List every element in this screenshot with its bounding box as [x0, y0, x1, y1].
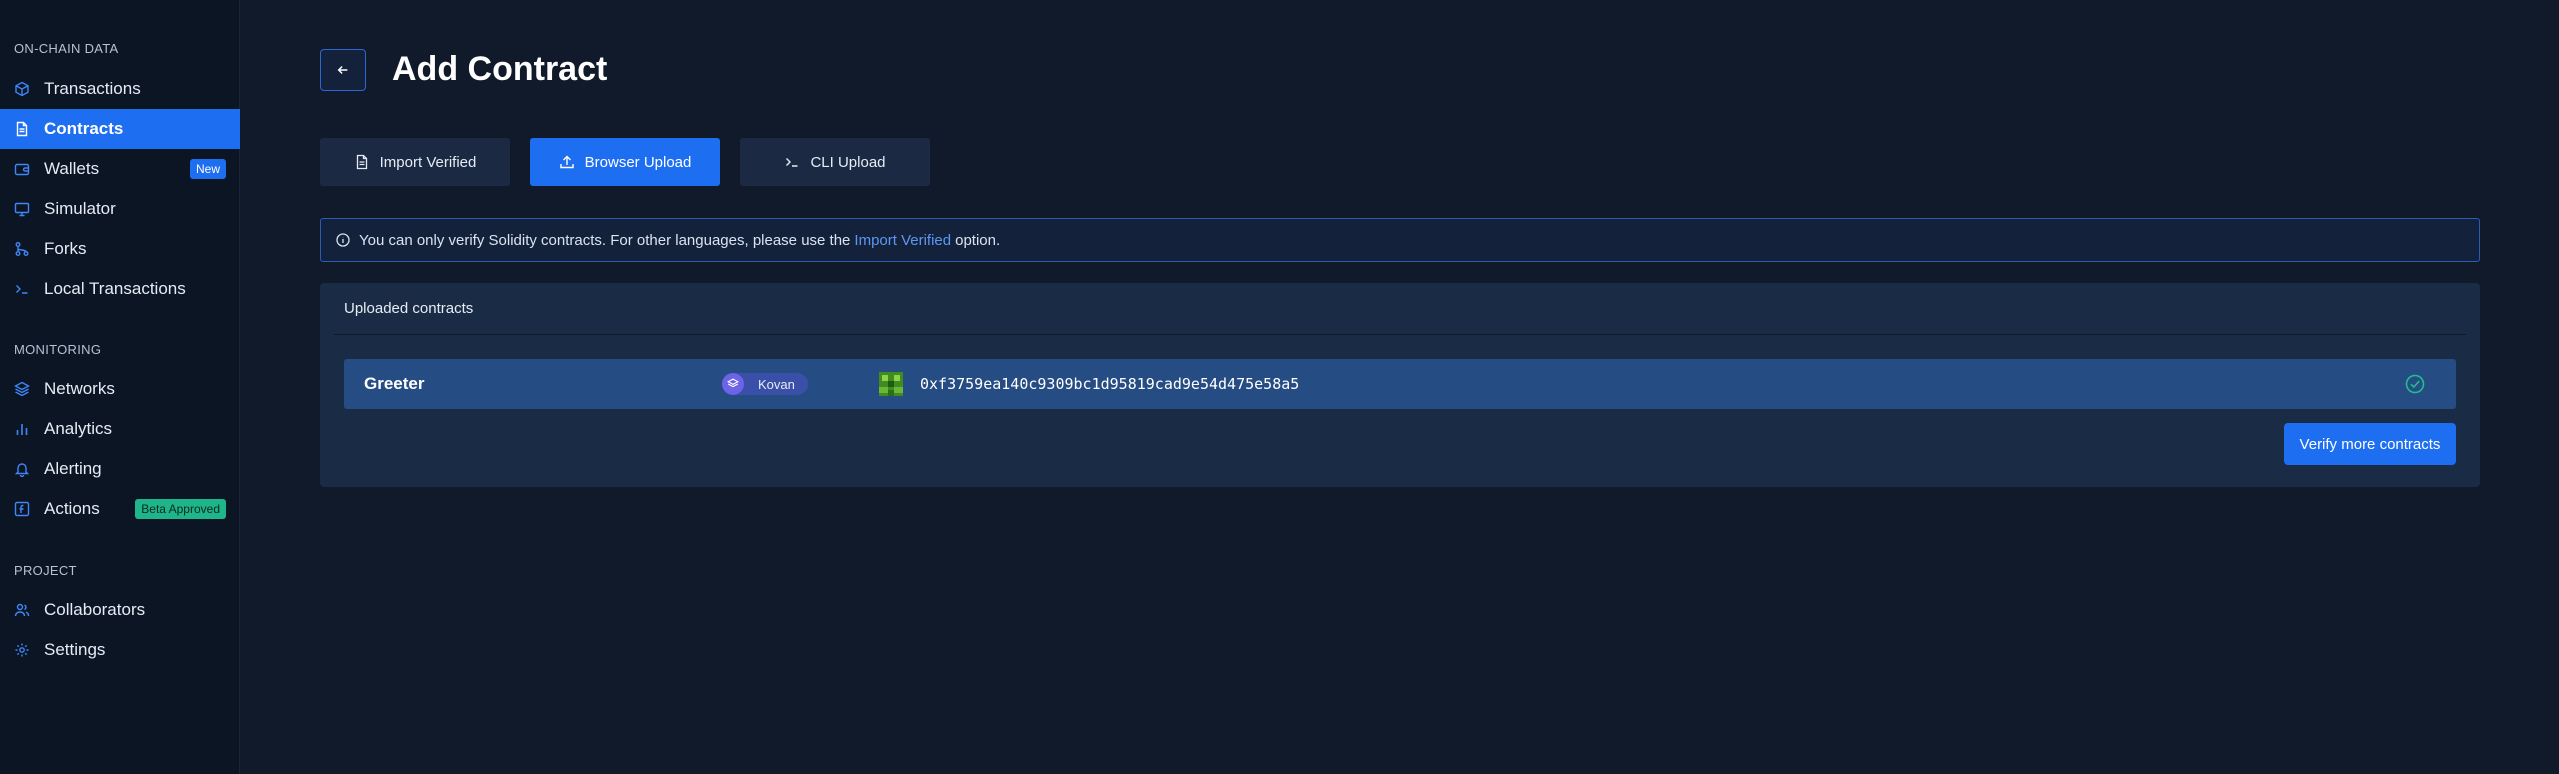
import-verified-link[interactable]: Import Verified: [854, 232, 951, 249]
cube-icon: [14, 81, 30, 97]
info-icon: [336, 233, 350, 247]
sidebar-item-forks[interactable]: Forks: [0, 229, 240, 269]
sidebar-item-label: Simulator: [44, 199, 116, 218]
fork-icon: [14, 241, 30, 257]
tab-label: Browser Upload: [584, 153, 692, 171]
beta-approved-badge: Beta Approved: [135, 499, 226, 519]
sidebar-item-actions[interactable]: Actions Beta Approved: [0, 489, 240, 529]
monitor-icon: [14, 201, 30, 217]
info-banner: You can only verify Solidity contracts. …: [320, 218, 2480, 262]
terminal-icon: [14, 281, 30, 297]
sidebar-item-label: Forks: [44, 239, 87, 258]
sidebar-item-alerting[interactable]: Alerting: [0, 449, 240, 489]
wallet-icon: [14, 161, 30, 177]
tab-import-verified[interactable]: Import Verified: [320, 138, 510, 186]
network-badge: Kovan: [722, 373, 808, 395]
page-title: Add Contract: [392, 50, 608, 88]
sidebar-item-label: Contracts: [44, 119, 124, 138]
section-title-on-chain-data: ON-CHAIN DATA: [14, 41, 119, 56]
sidebar-item-label: Collaborators: [44, 600, 146, 619]
tab-label: CLI Upload: [810, 153, 886, 171]
contract-address: 0xf3759ea140c9309bc1d95819cad9e54d475e58…: [920, 375, 1300, 393]
uploaded-contracts-panel: Uploaded contracts Greeter Kovan 0xf3759…: [320, 283, 2480, 487]
sidebar-item-label: Settings: [44, 640, 106, 659]
sidebar-item-label: Wallets: [44, 159, 100, 178]
sidebar-item-simulator[interactable]: Simulator: [0, 189, 240, 229]
sidebar-item-label: Actions: [44, 499, 100, 518]
section-title-project: PROJECT: [14, 563, 77, 578]
function-icon: [14, 501, 30, 517]
sidebar-item-wallets[interactable]: Wallets New: [0, 149, 240, 189]
sidebar-item-label: Local Transactions: [44, 279, 186, 298]
arrow-left-icon: [337, 66, 348, 74]
check-circle-icon: [2405, 374, 2425, 394]
sidebar-item-label: Networks: [44, 379, 115, 398]
tab-label: Import Verified: [379, 153, 477, 171]
tab-browser-upload[interactable]: Browser Upload: [530, 138, 720, 186]
document-icon: [356, 154, 367, 170]
layers-icon: [14, 381, 30, 397]
section-title-monitoring: MONITORING: [14, 342, 102, 357]
sidebar-item-analytics[interactable]: Analytics: [0, 409, 240, 449]
sidebar-item-local-transactions[interactable]: Local Transactions: [0, 269, 240, 309]
network-label: Kovan: [758, 376, 795, 392]
gear-icon: [14, 642, 30, 658]
panel-title: Uploaded contracts: [344, 300, 474, 317]
sidebar-item-transactions[interactable]: Transactions: [0, 69, 240, 109]
info-text: You can only verify Solidity contracts. …: [359, 231, 851, 249]
sidebar-item-settings[interactable]: Settings: [0, 630, 240, 670]
bell-icon: [14, 461, 30, 477]
back-button[interactable]: [320, 49, 366, 91]
sidebar-item-collaborators[interactable]: Collaborators: [0, 590, 240, 630]
sidebar-item-label: Alerting: [44, 459, 102, 478]
verify-more-contracts-button[interactable]: Verify more contracts: [2284, 423, 2456, 465]
network-icon: [722, 373, 744, 395]
contract-row[interactable]: Greeter Kovan 0xf3759ea140c9309bc1d95819…: [344, 359, 2456, 409]
sidebar-item-contracts[interactable]: Contracts: [0, 109, 240, 149]
bar-chart-icon: [14, 421, 30, 437]
users-icon: [14, 602, 30, 618]
divider: [334, 334, 2466, 335]
sidebar-item-label: Transactions: [44, 79, 141, 98]
tab-cli-upload[interactable]: CLI Upload: [740, 138, 930, 186]
upload-icon: [559, 155, 574, 169]
terminal-icon: [786, 158, 798, 167]
contract-name: Greeter: [364, 374, 425, 393]
sidebar-item-label: Analytics: [44, 419, 113, 438]
info-text-after: option.: [955, 231, 1001, 249]
document-icon: [14, 121, 30, 137]
sidebar: ON-CHAIN DATA Transactions Contracts Wal…: [0, 0, 240, 774]
new-badge: New: [189, 159, 226, 179]
address-avatar: [879, 372, 903, 396]
sidebar-item-networks[interactable]: Networks: [0, 369, 240, 409]
